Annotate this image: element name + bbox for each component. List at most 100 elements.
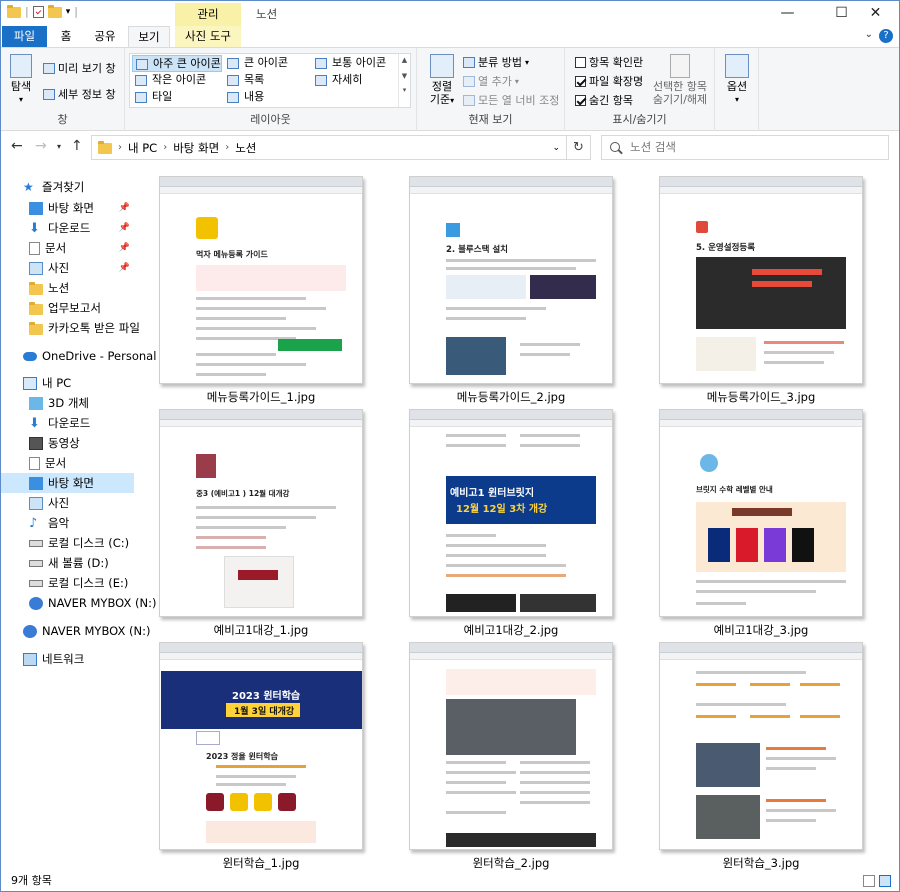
properties-icon[interactable] <box>32 5 44 18</box>
details-pane-icon <box>43 88 55 100</box>
close-icon[interactable]: ✕ <box>853 1 898 26</box>
nav-item-pictures[interactable]: 사진 📌 <box>1 258 134 278</box>
layout-list[interactable]: 목록 <box>224 72 312 89</box>
details-pane-button[interactable]: 세부 정보 창 <box>43 86 116 102</box>
nav-item-pc-desktop[interactable]: 바탕 화면 <box>1 473 134 493</box>
cloud-icon <box>23 351 37 361</box>
nav-item-notion[interactable]: 노션 <box>1 278 134 298</box>
file-item[interactable]: 2023 윈터학습 1월 3일 대개강 2023 정율 윈터학습 윈터학습_1.… <box>159 642 363 871</box>
help-icon[interactable]: ? <box>879 29 893 43</box>
file-name: 메뉴등록가이드_2.jpg <box>456 390 566 404</box>
tab-home[interactable]: 홈 <box>53 26 79 47</box>
forward-arrow-icon[interactable]: → <box>35 138 47 154</box>
folder-icon <box>29 281 43 295</box>
nav-item-videos[interactable]: 동영상 <box>1 433 134 453</box>
nav-item-kakaotalk[interactable]: 카카오톡 받은 파일 <box>1 318 140 338</box>
file-item[interactable]: 윈터학습_3.jpg <box>659 642 863 871</box>
customize-toolbar-icon[interactable]: ▾ <box>66 7 71 17</box>
address-dropdown-icon[interactable]: ⌄ <box>552 143 560 153</box>
file-name: 윈터학습_1.jpg <box>222 856 300 870</box>
breadcrumb-segment[interactable]: 노션 <box>235 140 256 156</box>
nav-item-drive-c[interactable]: 로컬 디스크 (C:) <box>1 533 134 553</box>
nav-item-drive-d[interactable]: 새 볼륨 (D:) <box>1 553 134 573</box>
search-input[interactable]: 노션 검색 <box>601 135 889 160</box>
item-checkboxes-toggle[interactable]: 항목 확인란 <box>575 54 643 70</box>
nav-item-documents[interactable]: 문서 📌 <box>1 238 134 258</box>
large-icons-view-icon[interactable] <box>879 875 891 887</box>
refresh-icon[interactable]: ↻ <box>567 135 591 160</box>
nav-mybox-root[interactable]: NAVER MYBOX (N:) <box>1 621 150 641</box>
tab-file[interactable]: 파일 <box>2 26 47 47</box>
breadcrumb-segment[interactable]: 바탕 화면 <box>173 140 219 156</box>
layout-tiles[interactable]: 타일 <box>132 89 222 106</box>
recent-locations-icon[interactable]: ▾ <box>57 142 61 151</box>
file-extensions-toggle[interactable]: 파일 확장명 <box>575 73 643 89</box>
file-item[interactable]: 2. 블루스택 설치 메뉴등록가이드_2.jpg <box>409 176 613 405</box>
file-item[interactable]: 중3 (예비고1 ) 12월 대개강 예비고1대강_1.jpg <box>159 409 363 638</box>
nav-item-reports[interactable]: 업무보고서 <box>1 298 134 318</box>
nav-quick-access[interactable]: ★ 즐겨찾기 <box>1 177 134 197</box>
layout-medium-icons[interactable]: 보통 아이콘 <box>312 55 400 72</box>
current-view-label: 현재 보기 <box>468 113 513 126</box>
hide-selected-button[interactable]: 선택한 항목 숨기기/해제 <box>649 54 711 106</box>
tab-view[interactable]: 보기 <box>128 26 170 48</box>
details-view-icon[interactable] <box>863 875 875 887</box>
address-toolbar: ← → ▾ ↑ › 내 PC › 바탕 화면 › 노션 ⌄ ↻ 노션 검색 <box>1 132 899 162</box>
pin-icon: 📌 <box>118 223 130 233</box>
nav-item-mybox[interactable]: NAVER MYBOX (N:) <box>1 593 156 613</box>
new-folder-icon[interactable] <box>47 5 62 18</box>
tab-picture-tools[interactable]: 사진 도구 <box>175 26 241 47</box>
preview-pane-button[interactable]: 미리 보기 창 <box>43 60 116 76</box>
hidden-items-toggle[interactable]: 숨긴 항목 <box>575 92 633 108</box>
nav-this-pc[interactable]: 내 PC <box>1 373 134 393</box>
pin-icon: 📌 <box>118 243 130 253</box>
collapse-ribbon-icon[interactable]: ⌄ <box>865 29 873 40</box>
nav-onedrive[interactable]: OneDrive - Personal <box>1 346 156 366</box>
minimize-icon[interactable]: — <box>765 1 810 26</box>
file-item[interactable]: 5. 운영설정등록 메뉴등록가이드_3.jpg <box>659 176 863 405</box>
layout-scroll[interactable]: ▲ ▼ ▾ <box>398 54 410 107</box>
mybox-icon <box>23 624 37 638</box>
title-bar: | ▾ | 관리 노션 — ☐ ✕ <box>1 1 899 26</box>
layout-extra-large-icons[interactable]: 아주 큰 아이콘 <box>132 55 222 72</box>
nav-item-music[interactable]: ♪ 음악 <box>1 513 134 533</box>
layout-details[interactable]: 자세히 <box>312 72 400 89</box>
file-thumbnail: 브릿지 수학 레벨별 안내 <box>659 409 863 617</box>
navigation-pane-button[interactable]: 탐색 창 ▾ <box>6 54 36 106</box>
nav-item-3d[interactable]: 3D 개체 <box>1 393 134 413</box>
nav-item-pc-pictures[interactable]: 사진 <box>1 493 134 513</box>
tab-share[interactable]: 공유 <box>87 26 123 47</box>
layout-large-icons[interactable]: 큰 아이콘 <box>224 55 312 72</box>
breadcrumb-segment[interactable]: 내 PC <box>128 140 157 156</box>
address-bar[interactable]: › 내 PC › 바탕 화면 › 노션 ⌄ <box>91 135 567 160</box>
file-view: 먹자 메뉴등록 가이드 메뉴등록가이드_1.jpg 2. 블루스택 설치 메뉴등… <box>136 166 891 871</box>
up-arrow-icon[interactable]: ↑ <box>71 138 83 154</box>
file-item[interactable]: 브릿지 수학 레벨별 안내 예비고1대강_3.jpg <box>659 409 863 638</box>
nav-item-drive-e[interactable]: 로컬 디스크 (E:) <box>1 573 134 593</box>
file-item[interactable]: 예비고1 윈터브릿지 12월 12일 3차 개강 예비고1대강_2.jpg <box>409 409 613 638</box>
nav-item-desktop[interactable]: 바탕 화면 📌 <box>1 198 134 218</box>
photo-image <box>696 795 760 839</box>
pane-group: 탐색 창 ▾ 미리 보기 창 세부 정보 창 창 <box>1 48 125 131</box>
nav-item-downloads[interactable]: ⬇ 다운로드 📌 <box>1 218 134 238</box>
layout-small-icons[interactable]: 작은 아이콘 <box>132 72 222 89</box>
context-tab-header: 관리 <box>175 3 241 26</box>
nav-item-pc-documents[interactable]: 문서 <box>1 453 134 473</box>
file-item[interactable]: 먹자 메뉴등록 가이드 메뉴등록가이드_1.jpg <box>159 176 363 405</box>
options-button[interactable]: 옵션 ▾ <box>721 54 753 106</box>
back-arrow-icon[interactable]: ← <box>11 138 23 154</box>
document-icon <box>29 241 40 255</box>
nav-item-pc-downloads[interactable]: ⬇ 다운로드 <box>1 413 134 433</box>
ribbon-tabs: 파일 홈 공유 보기 사진 도구 ⌄ ? <box>1 26 899 48</box>
file-thumbnail: 2023 윈터학습 1월 3일 대개강 2023 정율 윈터학습 <box>159 642 363 850</box>
nav-network[interactable]: 네트워크 <box>1 649 134 669</box>
search-icon <box>610 142 620 152</box>
add-columns-button[interactable]: 열 추가 ▾ <box>463 73 519 89</box>
group-by-button[interactable]: 분류 방법 ▾ <box>463 54 529 70</box>
fit-columns-button[interactable]: 모든 열 너비 조정 <box>463 92 559 108</box>
show-hide-label: 표시/숨기기 <box>612 113 667 126</box>
sort-by-button[interactable]: 정렬 기준▾ <box>425 54 459 107</box>
vertical-scrollbar[interactable] <box>891 166 899 871</box>
file-item[interactable]: 윈터학습_2.jpg <box>409 642 613 871</box>
layout-content[interactable]: 내용 <box>224 89 312 106</box>
